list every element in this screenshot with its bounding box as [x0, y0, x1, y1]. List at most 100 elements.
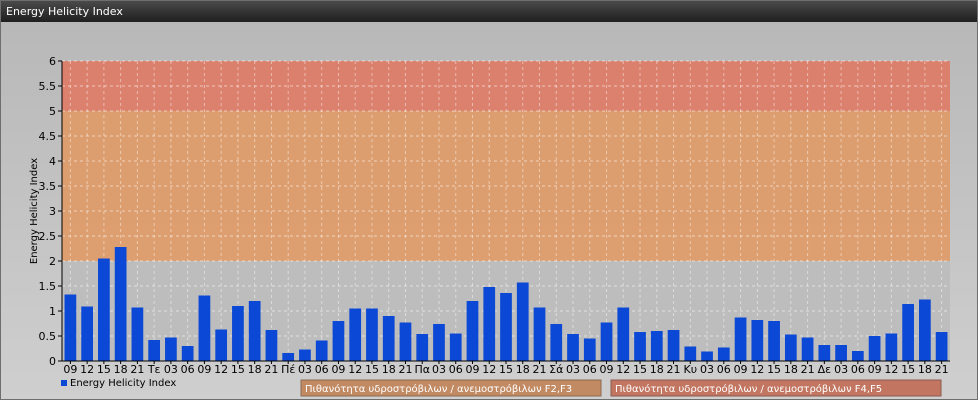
bar — [835, 345, 847, 361]
bar — [433, 324, 445, 361]
bar — [851, 351, 864, 361]
legend-zone-f4-f5-label: Πιθανότητα υδροστρόβιλων / ανεμοστρόβιλω… — [615, 383, 882, 395]
x-tick-label: 06 — [851, 363, 865, 376]
bar — [919, 299, 931, 361]
x-tick-label: 18 — [114, 363, 128, 376]
bar — [768, 321, 780, 361]
x-tick-label: 15 — [499, 363, 513, 376]
x-tick-label: Σά — [549, 363, 563, 376]
bar — [885, 333, 898, 361]
bar — [349, 308, 362, 361]
x-tick-label: 03 — [700, 363, 714, 376]
bar — [818, 345, 831, 361]
x-tick-label: Τε — [147, 363, 161, 376]
bar — [500, 293, 512, 361]
x-tick-label: 15 — [633, 363, 647, 376]
x-tick-label: 15 — [767, 363, 781, 376]
bar — [784, 334, 797, 361]
bar — [902, 304, 914, 361]
x-tick-label: 21 — [398, 363, 412, 376]
x-tick-label: 06 — [315, 363, 329, 376]
bar — [81, 306, 93, 361]
x-tick-label: 09 — [331, 363, 345, 376]
bar — [533, 307, 546, 361]
y-tick-label: 4.5 — [39, 130, 57, 143]
x-tick-label: 06 — [583, 363, 597, 376]
y-tick-label: 3 — [49, 205, 56, 218]
bar — [583, 338, 596, 361]
x-tick-label: 21 — [130, 363, 144, 376]
bar — [868, 336, 881, 361]
x-tick-label: 18 — [382, 363, 396, 376]
bar — [114, 247, 127, 361]
bar — [198, 295, 211, 361]
x-tick-label: 09 — [868, 363, 882, 376]
x-tick-label: 09 — [63, 363, 77, 376]
y-tick-label: 4 — [49, 155, 56, 168]
bar — [684, 346, 697, 361]
bar — [399, 322, 412, 361]
x-tick-label: 15 — [97, 363, 111, 376]
bar — [667, 330, 680, 361]
x-tick-label: 09 — [465, 363, 479, 376]
x-tick-label: 12 — [348, 363, 362, 376]
bar — [416, 334, 429, 361]
x-tick-label: 09 — [600, 363, 614, 376]
bar — [600, 322, 613, 361]
x-tick-label: 21 — [533, 363, 547, 376]
bar — [617, 307, 630, 361]
x-tick-label: Πα — [414, 363, 430, 376]
bar — [801, 337, 814, 361]
x-tick-label: 12 — [214, 363, 228, 376]
y-tick-label: 5 — [49, 105, 56, 118]
bar — [181, 346, 194, 361]
bar — [650, 331, 663, 361]
bar — [550, 324, 563, 361]
bar — [332, 321, 345, 361]
x-tick-label: 03 — [834, 363, 848, 376]
bar — [282, 353, 295, 361]
x-tick-label: 06 — [717, 363, 731, 376]
bar — [701, 351, 713, 361]
x-tick-label: 12 — [80, 363, 94, 376]
x-tick-label: 12 — [616, 363, 630, 376]
x-tick-label: 12 — [482, 363, 496, 376]
chart-window: Energy Helicity Index 0 0.5 1 1.5 2 2.5 3 3.5 4 4… — [0, 0, 978, 400]
x-tick-label: 18 — [516, 363, 530, 376]
y-tick-label: 1.5 — [39, 280, 57, 293]
x-tick-label: 03 — [566, 363, 580, 376]
x-tick-label: 06 — [181, 363, 195, 376]
x-tick-label: 03 — [164, 363, 178, 376]
bar — [232, 306, 244, 361]
y-tick-label: 3.5 — [39, 180, 57, 193]
y-tick-label: 2.5 — [39, 230, 57, 243]
bar — [516, 282, 529, 361]
bar — [751, 320, 764, 361]
x-tick-label: 03 — [432, 363, 446, 376]
x-tick-label: 15 — [901, 363, 915, 376]
bar — [64, 294, 77, 361]
x-tick-label: 21 — [667, 363, 681, 376]
bar — [466, 301, 479, 361]
x-tick-label: 21 — [801, 363, 815, 376]
x-tick-label: 18 — [784, 363, 798, 376]
x-tick-label: 18 — [248, 363, 262, 376]
x-tick-label: 06 — [449, 363, 463, 376]
bar — [483, 287, 496, 361]
bar — [366, 308, 378, 361]
y-tick-label: 1 — [49, 305, 56, 318]
bar — [449, 333, 462, 361]
bar — [148, 340, 161, 361]
bar — [634, 332, 646, 361]
legend-series-label: Energy Helicity Index — [70, 378, 176, 389]
y-tick-label: 5.5 — [39, 80, 57, 93]
y-tick-label: 0.5 — [39, 330, 57, 343]
x-tick-label: Πέ — [281, 363, 295, 376]
x-tick-label: 18 — [650, 363, 664, 376]
x-tick-label: Κυ — [684, 363, 698, 376]
bar — [299, 349, 311, 361]
x-tick-label: 18 — [918, 363, 932, 376]
x-tick-label: 12 — [884, 363, 898, 376]
x-tick-label: 15 — [365, 363, 379, 376]
y-tick-label: 6 — [49, 55, 56, 68]
